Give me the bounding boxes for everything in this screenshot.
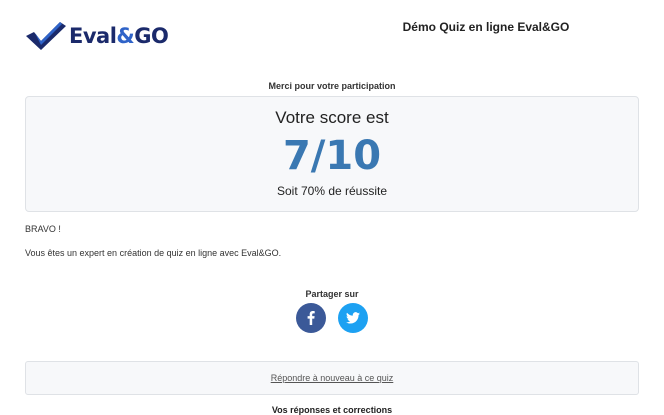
logo-check-icon [26,22,66,50]
evalgo-logo[interactable]: Eval&GO [24,20,169,52]
score-panel: Votre score est 7/10 Soit 70% de réussit… [25,96,639,212]
header: Eval&GO Démo Quiz en ligne Eval&GO [0,0,664,60]
page-title: Démo Quiz en ligne Eval&GO [402,20,570,34]
answers-title: Vos réponses et corrections [271,405,393,415]
score-title: Votre score est [275,108,389,127]
expert-text: Vous êtes un expert en création de quiz … [25,248,282,258]
bravo-text: BRAVO ! [25,224,61,234]
facebook-icon [307,311,315,325]
score-percent: Soit 70% de réussite [276,184,388,198]
share-facebook-button[interactable] [296,303,326,333]
thanks-message: Merci pour votre participation [268,81,396,91]
twitter-icon [346,312,360,324]
retry-panel: Répondre à nouveau à ce quiz [25,361,639,395]
score-value: 7/10 [282,133,382,179]
retry-quiz-link[interactable]: Répondre à nouveau à ce quiz [271,373,394,383]
logo-text: Eval&GO [69,24,169,48]
share-label: Partager sur [305,289,359,299]
share-twitter-button[interactable] [338,303,368,333]
